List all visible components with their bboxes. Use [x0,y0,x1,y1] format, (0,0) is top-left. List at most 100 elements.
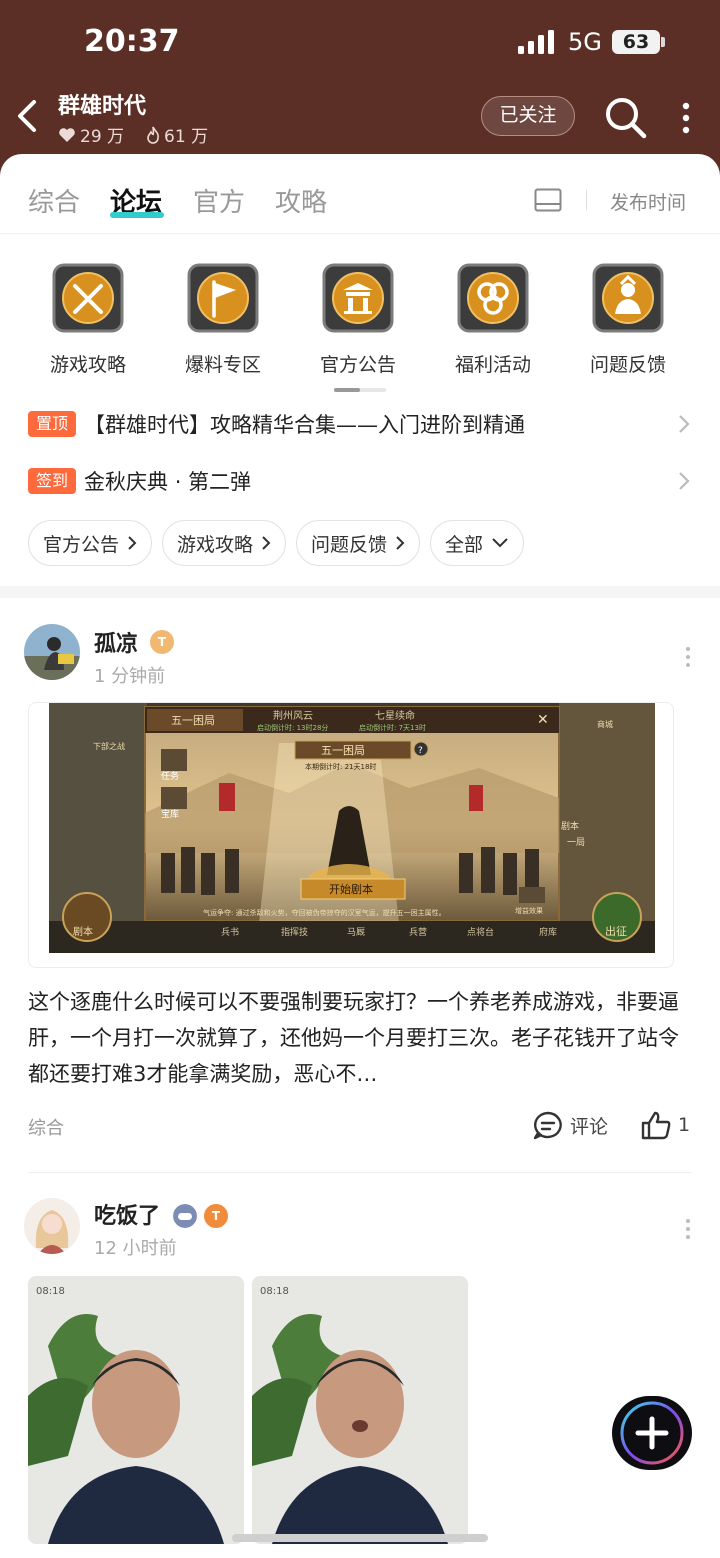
follow-button[interactable]: 已关注 [481,96,575,136]
image-start-button: 开始剧本 [329,882,373,896]
image-task-label: 任务 [161,770,179,782]
flag-icon [187,263,259,333]
status-bar: 20:37 5G 63 [0,0,720,86]
image-tab-1: 五一困局 [171,714,215,727]
battery-icon: 63 [612,30,660,54]
post-more-icon[interactable] [682,646,694,668]
comment-label: 评论 [570,1115,609,1138]
category-label: 福利活动 [454,354,531,376]
chevron-right-icon [262,536,271,550]
avatar[interactable] [24,624,80,680]
image-menu-3: 马厩 [347,927,365,938]
username[interactable]: 孤凉 [94,626,138,658]
pinned-post-checkin[interactable]: 签到 金秋庆典 · 第二弹 [28,463,692,499]
photo-status-time: 08:18 [260,1286,289,1297]
post-category[interactable]: 综合 [28,1114,64,1140]
category-label: 官方公告 [319,354,396,376]
level-badge-icon: T [204,1204,228,1228]
status-time: 20:37 [84,24,180,59]
pinned-post-top[interactable]: 置顶 【群雄时代】攻略精华合集——入门进阶到精通 [28,406,692,442]
comment-icon [533,1111,562,1140]
avatar[interactable] [24,1198,80,1254]
image-banner: 五一困局 [321,744,365,757]
filter-guide[interactable]: 游戏攻略 [162,520,287,566]
filter-label: 官方公告 [43,533,120,556]
image-description: 气运争夺: 通过杀敌和火势，夺回被伪帝掠夺的汉室气运，提升五一困主属性。 [203,908,446,917]
content-panel: 综合 论坛 官方 攻略 发布时间 游戏攻略 爆料专区 官方公告 福利活动 问题反… [0,154,720,1558]
image-menu-6: 府库 [539,926,557,938]
checkin-tag: 签到 [28,468,77,494]
svg-text:?: ? [418,746,423,756]
crossed-swords-icon [52,263,124,333]
game-screenshot: 五一困局 荆州风云 启动倒计时: 13时28分 七星续命 启动倒计时: 7天13… [49,703,655,953]
category-events[interactable]: 福利活动 [433,262,553,377]
gamepad-badge-icon [173,1204,197,1228]
category-game-guide[interactable]: 游戏攻略 [28,262,148,377]
image-script-button: 剧本 [73,925,93,938]
tab-bar: 综合 论坛 官方 攻略 发布时间 [0,154,720,234]
gate-icon [322,263,394,333]
post-image-frame[interactable]: 五一困局 荆州风云 启动倒计时: 13时28分 七星续命 启动倒计时: 7天13… [28,702,674,968]
chevron-down-icon [492,538,508,548]
image-close-icon: ✕ [537,712,549,728]
thumbs-up-icon [641,1111,671,1140]
category-page-indicator [334,388,386,392]
filter-label: 全部 [445,533,484,556]
tab-overview[interactable]: 综合 [28,182,80,219]
post-card[interactable]: 孤凉 T 1 分钟前 五一困局 荆州风云 启动倒计时: 13时28分 七星续命 … [0,598,720,1188]
layout-toggle-icon[interactable] [534,188,562,212]
category-news[interactable]: 爆料专区 [163,262,283,377]
category-label: 问题反馈 [589,354,666,376]
post-time: 12 小时前 [94,1238,177,1259]
signal-icon [518,30,554,54]
level-badge-icon: T [150,630,174,654]
more-icon[interactable] [676,100,696,136]
filter-official[interactable]: 官方公告 [28,520,153,566]
battery-tip [661,37,665,47]
create-post-button[interactable] [612,1396,692,1470]
plus-icon [620,1401,684,1465]
forum-header: 群雄时代 29 万 61 万 已关注 [0,86,720,156]
search-icon[interactable] [604,96,648,140]
hot-count: 61 万 [164,127,209,147]
fire-icon [147,126,159,144]
image-timer-2: 启动倒计时: 7天13时 [359,723,426,732]
username[interactable]: 吃饭了 [94,1198,160,1230]
pinned-title: 【群雄时代】攻略精华合集——入门进阶到精通 [84,413,526,437]
home-indicator[interactable] [232,1534,488,1542]
image-menu-1: 兵书 [221,926,239,938]
category-announcement[interactable]: 官方公告 [298,262,418,377]
network-type: 5G [568,28,602,56]
post-photo-2[interactable]: 08:18 [252,1276,468,1544]
post-more-icon[interactable] [682,1218,694,1240]
page-title: 群雄时代 [58,94,147,119]
filter-all[interactable]: 全部 [430,520,525,566]
filter-label: 问题反馈 [311,533,388,556]
comment-button[interactable]: 评论 [532,1110,608,1140]
active-tab-indicator [110,212,164,218]
post-body[interactable]: 这个逐鹿什么时候可以不要强制要玩家打？一个养老养成游戏，非要逼肝，一个月打一次就… [28,984,692,1092]
tab-official[interactable]: 官方 [193,182,245,219]
back-icon[interactable] [8,94,48,138]
image-timer-1: 启动倒计时: 13时28分 [257,723,328,732]
image-menu-2: 指挥技 [281,926,308,938]
chevron-right-icon [679,472,690,490]
post-time: 1 分钟前 [94,666,166,687]
filter-label: 游戏攻略 [177,533,254,556]
chevron-right-icon [128,536,137,550]
post-photo-1[interactable]: 08:18 [28,1276,244,1544]
like-button[interactable]: 1 [640,1110,690,1140]
sort-by-time[interactable]: 发布时间 [610,188,686,215]
chevron-right-icon [396,536,405,550]
image-march-button: 出征 [605,924,627,938]
post-card[interactable]: 吃饭了 T 12 小时前 08:18 08:18 [0,1194,720,1558]
tab-guide[interactable]: 攻略 [275,182,327,219]
image-menu-4: 兵营 [409,926,427,938]
category-label: 爆料专区 [184,354,261,376]
coins-icon [457,263,529,333]
filter-chips: 官方公告 游戏攻略 问题反馈 全部 [28,520,525,566]
category-feedback[interactable]: 问题反馈 [568,262,688,377]
filter-feedback[interactable]: 问题反馈 [296,520,421,566]
image-tab-3: 七星续命 [375,709,415,722]
image-round-label: 一局 [567,837,585,848]
